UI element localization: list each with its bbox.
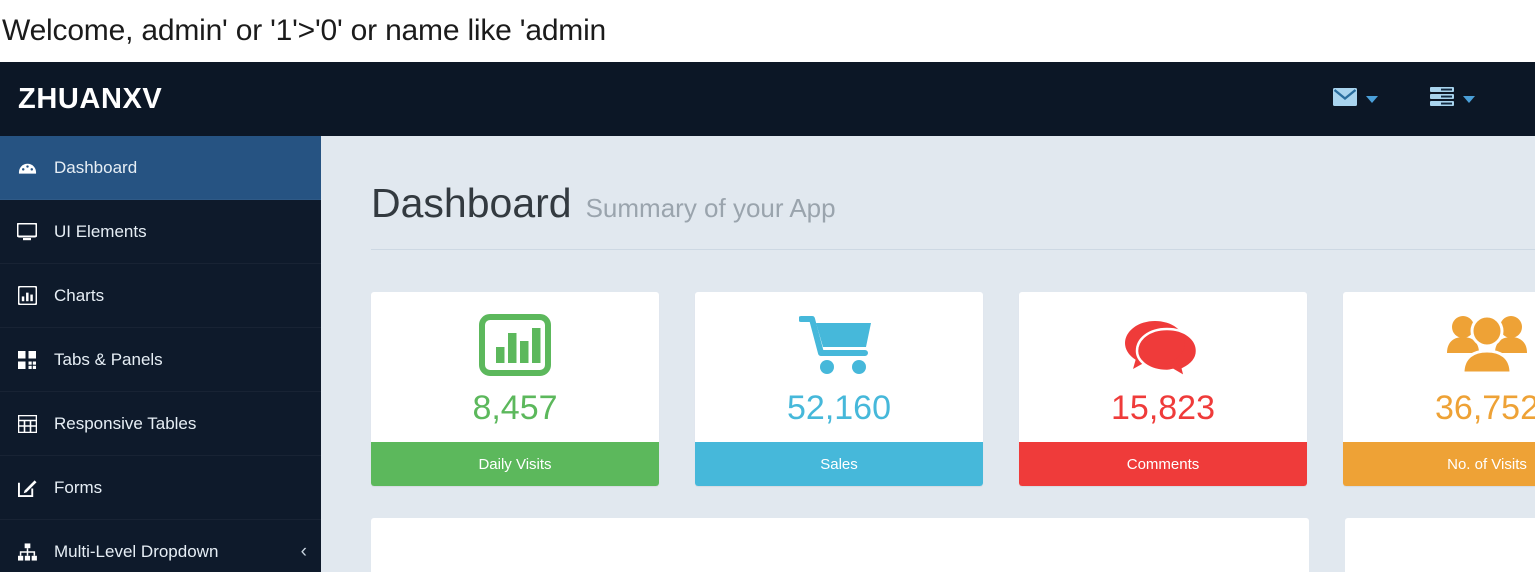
edit-icon — [12, 478, 42, 497]
chevron-left-icon[interactable]: ‹ — [301, 542, 307, 561]
stat-card-comments[interactable]: 15,823 Comments — [1019, 292, 1307, 486]
welcome-banner: Welcome, admin' or '1'>'0' or name like … — [0, 0, 1535, 62]
sidebar-item-label: Responsive Tables — [54, 413, 197, 433]
stat-card-label: Sales — [695, 442, 983, 486]
main-content: Dashboard Summary of your App 8,457 Dail… — [321, 136, 1535, 572]
sidebar-item-dashboard[interactable]: Dashboard — [0, 136, 321, 200]
stat-card-label: Daily Visits — [371, 442, 659, 486]
brand-logo[interactable]: ZHUANXV — [18, 83, 162, 116]
stat-card-value: 36,752 — [1435, 388, 1535, 427]
sidebar-nav: Dashboard UI Elements Charts Tabs & Pane… — [0, 136, 321, 572]
sidebar-item-tabs-panels[interactable]: Tabs & Panels — [0, 328, 321, 392]
sidebar-item-label: Multi-Level Dropdown — [54, 541, 219, 561]
stat-card-daily-visits[interactable]: 8,457 Daily Visits — [371, 292, 659, 486]
envelope-icon — [1333, 87, 1357, 111]
tasks-dropdown[interactable] — [1430, 86, 1475, 112]
messages-dropdown[interactable] — [1333, 87, 1378, 111]
stat-card-value: 8,457 — [472, 388, 558, 427]
stat-card-body: 52,160 — [695, 292, 983, 442]
top-navbar: ZHUANXV — [0, 62, 1535, 136]
sidebar-item-forms[interactable]: Forms — [0, 456, 321, 520]
sidebar-item-responsive-tables[interactable]: Responsive Tables — [0, 392, 321, 456]
comments-icon — [1123, 307, 1203, 383]
page-title: Dashboard — [371, 180, 572, 226]
users-icon — [1445, 307, 1529, 383]
chevron-down-icon — [1463, 95, 1475, 103]
sidebar-item-multi-level-dropdown[interactable]: Multi-Level Dropdown ‹ — [0, 520, 321, 572]
panel-right[interactable] — [1345, 518, 1535, 572]
sidebar-item-charts[interactable]: Charts — [0, 264, 321, 328]
sidebar-item-ui-elements[interactable]: UI Elements — [0, 200, 321, 264]
sidebar-item-label: Charts — [54, 285, 105, 305]
tasks-icon — [1430, 86, 1454, 112]
stat-card-body: 8,457 — [371, 292, 659, 442]
panel-title — [1345, 518, 1535, 532]
page-subtitle: Summary of your App — [585, 193, 836, 223]
shopping-cart-icon — [799, 307, 879, 383]
page-header: Dashboard Summary of your App — [371, 180, 1535, 250]
stat-cards: 8,457 Daily Visits 52,160 Sales 15,823 C… — [371, 292, 1535, 486]
stat-card-label: Comments — [1019, 442, 1307, 486]
stat-card-body: 15,823 — [1019, 292, 1307, 442]
table-icon — [12, 414, 42, 433]
panel-title — [371, 518, 1309, 532]
sidebar-item-label: Dashboard — [54, 157, 138, 177]
stat-card-value: 15,823 — [1111, 388, 1215, 427]
welcome-text: Welcome, admin' or '1'>'0' or name like … — [2, 14, 607, 47]
sitemap-icon — [12, 542, 42, 561]
app-shell: Dashboard UI Elements Charts Tabs & Pane… — [0, 136, 1535, 572]
stat-card-sales[interactable]: 52,160 Sales — [695, 292, 983, 486]
stat-card-label: No. of Visits — [1343, 442, 1535, 486]
sidebar-item-label: Tabs & Panels — [54, 349, 163, 369]
sidebar-item-label: UI Elements — [54, 221, 147, 241]
stat-card-no-of-visits[interactable]: 36,752 No. of Visits — [1343, 292, 1535, 486]
th-large-icon — [12, 350, 42, 369]
dashboard-icon — [12, 158, 42, 177]
chevron-down-icon — [1366, 95, 1378, 103]
bar-chart-square-icon — [479, 307, 551, 383]
panel-left[interactable] — [371, 518, 1309, 572]
stat-card-body: 36,752 — [1343, 292, 1535, 442]
bar-chart-icon — [12, 286, 42, 305]
desktop-icon — [12, 222, 42, 241]
bottom-panels — [371, 518, 1535, 572]
sidebar-item-label: Forms — [54, 477, 103, 497]
stat-card-value: 52,160 — [787, 388, 891, 427]
navbar-actions — [1333, 86, 1475, 112]
